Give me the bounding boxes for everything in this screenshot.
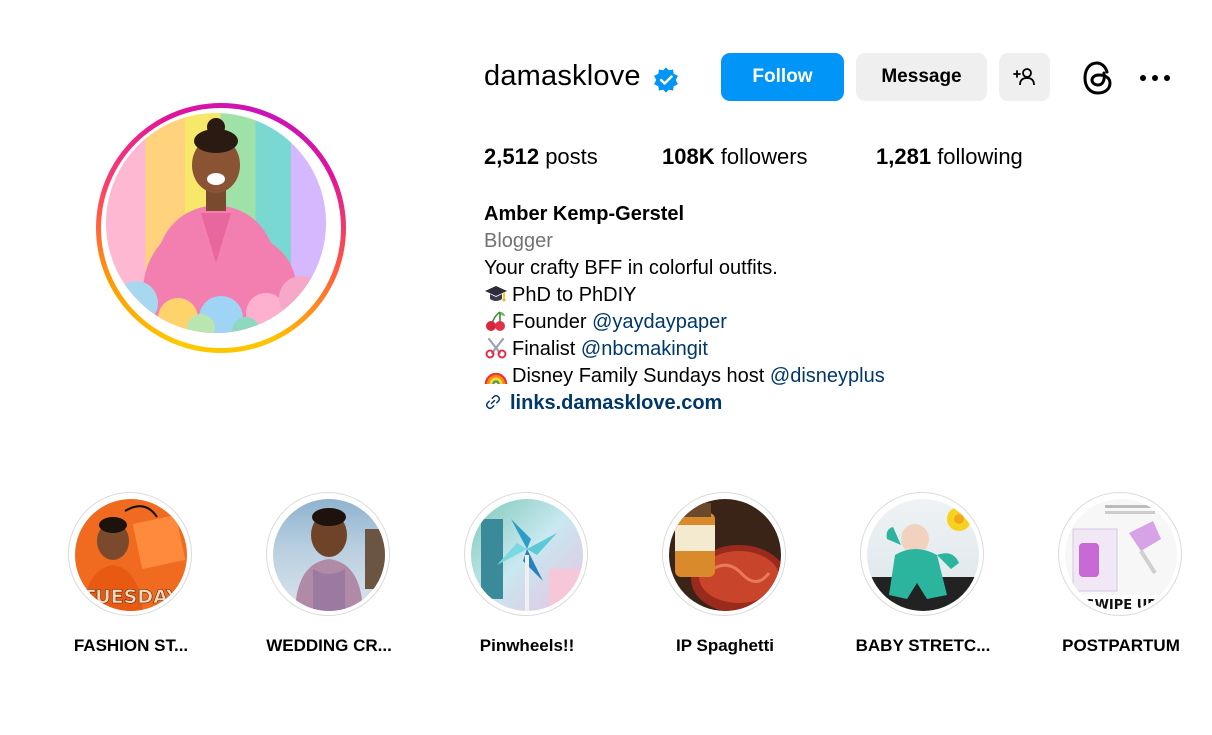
threads-icon[interactable] xyxy=(1080,58,1116,98)
following-label: following xyxy=(937,144,1023,169)
bio-line: Founder @yaydaypaper xyxy=(484,309,727,336)
highlight-ring xyxy=(464,492,588,616)
profile-category: Blogger xyxy=(484,230,553,252)
dot xyxy=(1164,75,1170,81)
highlight-ring: SWIPE UP xyxy=(1058,492,1182,616)
highlight-overlay-text: TUESDAY xyxy=(82,586,180,608)
highlight-overlay-text: SWIPE UP xyxy=(1085,598,1157,611)
rainbow-emoji xyxy=(484,372,508,385)
dot xyxy=(1152,75,1158,81)
follow-button[interactable]: Follow xyxy=(721,53,844,101)
verified-badge-icon xyxy=(654,67,678,93)
highlight-cover-art: TUESDAY xyxy=(82,505,186,611)
profile-username: damasklove xyxy=(484,60,641,92)
followers-count[interactable]: 108K followers xyxy=(662,144,808,170)
graduation-cap-emoji xyxy=(485,286,507,302)
highlight-cover-art: SWIPE UP xyxy=(1065,505,1177,611)
highlight-cover-art xyxy=(675,503,781,611)
profile-full-name: Amber Kemp-Gerstel xyxy=(484,203,685,225)
highlight-cover-art xyxy=(481,519,583,611)
highlight-label: IP Spaghetti xyxy=(676,636,774,655)
highlight-label: FASHION ST... xyxy=(73,636,189,655)
following-number: 1,281 xyxy=(876,144,932,169)
highlight-label: WEDDING CR... xyxy=(266,636,392,655)
highlight-cover xyxy=(471,499,583,611)
link-icon xyxy=(485,394,501,410)
highlight-cover xyxy=(669,499,781,611)
avatar-illustration xyxy=(114,118,323,333)
highlight-cover: TUESDAY xyxy=(75,499,187,611)
mention-link[interactable]: @yaydaypaper xyxy=(592,311,727,333)
more-options-icon[interactable] xyxy=(1136,64,1174,92)
mention-link[interactable]: @nbcmakingit xyxy=(581,338,708,360)
dot xyxy=(1140,75,1146,81)
following-count[interactable]: 1,281 following xyxy=(876,144,1023,170)
highlight-ring xyxy=(662,492,786,616)
bio-text: Founder xyxy=(512,311,593,333)
highlight-cover xyxy=(273,499,385,611)
external-link-text: links.damasklove.com xyxy=(510,392,723,414)
highlight-cover-art xyxy=(867,507,979,611)
message-button[interactable]: Message xyxy=(856,53,987,101)
scissors-emoji xyxy=(485,337,507,359)
bio-line: Finalist @nbcmakingit xyxy=(484,336,708,363)
external-link[interactable]: links.damasklove.com xyxy=(484,390,722,417)
bio-text: Disney Family Sundays host xyxy=(512,365,770,387)
posts-number: 2,512 xyxy=(484,144,540,169)
highlight-ring xyxy=(860,492,984,616)
highlight-ring xyxy=(266,492,390,616)
highlight-label: Pinwheels!! xyxy=(479,636,575,655)
bio-line: PhD to PhDIY xyxy=(484,282,637,309)
followers-number: 108K xyxy=(662,144,715,169)
highlight-cover-art xyxy=(295,508,385,611)
highlight-cover: SWIPE UP xyxy=(1065,499,1177,611)
followers-label: followers xyxy=(720,144,808,169)
bio-text: Finalist xyxy=(512,338,581,360)
bio-line: Disney Family Sundays host @disneyplus xyxy=(484,363,885,390)
profile-avatar-ring[interactable] xyxy=(96,103,346,353)
posts-label: posts xyxy=(545,144,598,169)
highlight-label: POSTPARTUM xyxy=(1062,636,1180,655)
bio-text: PhD to PhDIY xyxy=(512,284,637,306)
cherries-emoji xyxy=(486,311,505,331)
profile-avatar[interactable] xyxy=(106,113,326,333)
bio-line: Your crafty BFF in colorful outfits. xyxy=(484,257,778,279)
highlight-cover xyxy=(867,499,979,611)
highlight-ring: TUESDAY xyxy=(68,492,192,616)
mention-link[interactable]: @disneyplus xyxy=(770,365,885,387)
suggested-accounts-button[interactable] xyxy=(999,53,1050,101)
highlight-label: BABY STRETC... xyxy=(855,636,991,655)
add-person-icon xyxy=(1012,68,1035,86)
posts-count: 2,512 posts xyxy=(484,144,598,170)
